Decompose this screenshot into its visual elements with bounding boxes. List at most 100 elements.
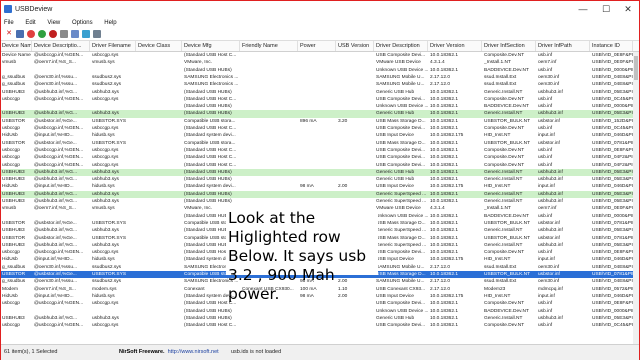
cell-driver-description: USB Input Device — [376, 184, 414, 190]
table-row[interactable]: USBHUB3 @usbhub3.inf,%G... usbhub3.sys (Sta… — [1, 168, 633, 177]
cell-instance-id: USB\VID_0000&PID_ — [592, 104, 633, 110]
table-row[interactable]: usbccgp @usbccgp.inf,%GEN... usbccgp.sys (S… — [1, 96, 633, 103]
cell-driver-infsection: BADDEVICE.Dev.NT — [484, 67, 529, 73]
table-row[interactable]: vmusb @oem7.inf,%S_S... vmusb.sys VMware, I… — [1, 59, 633, 66]
column-header-power[interactable]: Power — [299, 41, 336, 51]
save-icon[interactable] — [16, 30, 24, 38]
menu-options[interactable]: Options — [72, 18, 93, 28]
table-row[interactable]: USBHUB3 @usbhub3.inf,%G... usbhub3.sys (Sta… — [1, 190, 633, 198]
table-row[interactable]: HidUsb @input.inf,%HID... hidusb.sys (Stand… — [1, 183, 633, 190]
column-header-device-class[interactable]: Device Class — [137, 41, 182, 51]
about-icon[interactable] — [93, 30, 101, 38]
cell-driver-infpath: usb.inf — [538, 301, 553, 307]
cell-device-name: Device Name — [2, 53, 31, 58]
cell-instance-id: USB\VID_046D&PID_ — [592, 184, 633, 190]
cell-device-mfg: (Standard USB HUBs) — [184, 199, 232, 204]
vertical-scrollbar[interactable] — [633, 52, 639, 344]
table-row[interactable]: g_ssudbus @oem30.inf,%ssu... ssudbus2.sys S… — [1, 74, 633, 81]
column-header-driver-filename[interactable]: Driver Filename — [91, 41, 136, 51]
cell-driver-infpath: usb.inf — [538, 96, 553, 102]
annotation-text: Look at the Higlighted row Below. It say… — [228, 209, 398, 304]
cell-power — [300, 103, 336, 110]
table-row[interactable]: (Standard USB HUBs) Unknown USB Device ..… — [1, 308, 633, 315]
properties-icon[interactable] — [60, 30, 68, 38]
cell-driver-filename: usbhub3.sys — [92, 228, 119, 234]
status-brand[interactable]: NirSoft Freeware. http://www.nirsoft.net — [119, 345, 219, 360]
table-row[interactable]: usbccgp @usbccgp.inf,%GEN... usbccgp.sys (S… — [1, 162, 633, 169]
cell-driver-filename: ssudbus2.sys — [92, 82, 122, 88]
cell-instance-id: USB\VID_05E3&PID_ — [592, 228, 633, 234]
table-row[interactable]: USBHUB3 @usbhub3.inf,%G... usbhub3.sys (Sta… — [1, 198, 633, 205]
table-row[interactable]: USBHUB3 @usbhub3.inf,%G... usbhub3.sys (Sta… — [1, 315, 633, 322]
cell-device-mfg: (Standard USB HUBs) — [184, 104, 232, 110]
cell-driver-filename: usbhub3.sys — [92, 111, 119, 117]
minimize-button[interactable]: — — [573, 1, 593, 18]
cell-friendly-name — [242, 110, 298, 117]
column-header-driver-version[interactable]: Driver Version — [429, 41, 482, 51]
table-row[interactable]: Device Name @usbccgp.inf,%GEN... usbccgp.s… — [1, 52, 633, 59]
column-header-device-mfg[interactable]: Device Mfg — [183, 41, 240, 51]
menu-help[interactable]: Help — [104, 18, 116, 28]
cell-device-mfg: SAMSUNG Electronics ... — [184, 74, 239, 80]
table-row[interactable]: usbccgp @usbccgp.inf,%GEN... usbccgp.sys (S… — [1, 154, 633, 161]
cell-driver-infsection: ssud.Install.Ext — [484, 74, 517, 80]
cell-driver-version: 10.0.18362.1 — [430, 104, 459, 110]
cell-driver-description: SAMSUNG Mobile U... — [376, 74, 425, 80]
menu-view[interactable]: View — [47, 18, 60, 28]
column-header-device-description[interactable]: Device Descriptio... — [33, 41, 90, 51]
table-row[interactable]: g_ssudbus @oem30.inf,%ssu... ssudbus2.sys S… — [1, 81, 633, 88]
cell-driver-infsection: BADDEVICE.Dev.NT — [484, 308, 529, 314]
column-header-device-name[interactable]: Device Name — [1, 41, 32, 51]
cell-device-class — [138, 59, 182, 66]
menu-file[interactable]: File — [4, 18, 14, 28]
table-row[interactable]: USBHUB3 @usbhub3.inf,%G... usbhub3.sys (Sta… — [1, 89, 633, 96]
cell-device-mfg: (Standard USB Host C... — [184, 126, 237, 131]
cell-driver-infpath: usb.inf — [538, 213, 553, 219]
disable-icon[interactable] — [49, 30, 57, 38]
column-header-friendly-name[interactable]: Friendly Name — [241, 41, 298, 51]
table-row[interactable]: USBSTOR @usbstor.inf,%Ge... USBSTOR.SYS Com… — [1, 140, 633, 147]
cell-friendly-name — [242, 154, 298, 161]
column-header-driver-infsection[interactable]: Driver InfSection — [483, 41, 536, 51]
cell-device-class — [138, 322, 182, 329]
cell-instance-id: USB\VID_04E8&PID_ — [592, 74, 633, 80]
cell-instance-id: USB\VID_0781&PID_ — [592, 272, 633, 277]
table-row[interactable]: (Standard USB HUBs) Unknown USB Device ..… — [1, 67, 633, 74]
delete-icon[interactable]: ✕ — [5, 30, 13, 38]
table-row[interactable]: USBHUB3 @usbhub3.inf,%G... usbhub3.sys (Sta… — [1, 176, 633, 183]
cell-driver-description: USB Composite Devi... — [376, 96, 426, 102]
brand-url[interactable]: http://www.nirsoft.net — [168, 349, 219, 355]
copy-icon[interactable] — [71, 30, 79, 38]
cell-device-description: @usbhub3.inf,%G... — [34, 315, 78, 321]
cell-device-description: @usbstor.inf,%Ge... — [34, 220, 77, 226]
table-row[interactable]: usbccgp @usbccgp.inf,%GEN... usbccgp.sys (S… — [1, 322, 633, 329]
cell-device-class — [138, 271, 182, 278]
cell-power — [300, 89, 336, 96]
close-button[interactable]: ✕ — [618, 1, 638, 18]
table-row[interactable]: usbccgp @usbccgp.inf,%GEN... usbccgp.sys (S… — [1, 147, 633, 154]
cell-driver-infpath: usbhub3.inf — [538, 315, 563, 321]
refresh-icon[interactable] — [82, 30, 90, 38]
column-header-driver-infpath[interactable]: Driver InfPath — [537, 41, 590, 51]
table-row[interactable]: USBHUB3 @usbhub3.inf,%G... usbhub3.sys (Sta… — [1, 110, 633, 118]
cell-driver-version: 10.0.18362.1 — [430, 162, 459, 168]
cell-instance-id: USB\VID_046D&PID_ — [592, 257, 633, 263]
table-row[interactable]: (Standard USB HUBs) Unknown USB Device ..… — [1, 103, 633, 110]
cell-driver-infsection: Composite.Dev.NT — [484, 126, 525, 131]
cell-driver-infsection: USBSTOR_BULK.NT — [484, 118, 531, 124]
cell-instance-id: USB\VID_0E8F&PID_ — [592, 250, 633, 256]
menu-edit[interactable]: Edit — [25, 18, 35, 28]
scrollbar-thumb[interactable] — [634, 56, 638, 80]
cell-device-class — [138, 227, 182, 234]
maximize-button[interactable]: ☐ — [596, 1, 616, 18]
column-header-instance-id[interactable]: Instance ID — [591, 41, 633, 51]
disconnect-icon[interactable] — [27, 30, 35, 38]
table-row[interactable]: USBSTOR @usbstor.inf,%Ge... USBSTOR.SYS Com… — [1, 118, 633, 125]
table-row[interactable]: HidUsb @input.inf,%HID... hidusb.sys (Stand… — [1, 132, 633, 139]
enable-icon[interactable] — [38, 30, 46, 38]
column-header-usb-version[interactable]: USB Version — [337, 41, 374, 51]
column-header-driver-description[interactable]: Driver Description — [375, 41, 428, 51]
cell-power — [300, 67, 336, 74]
cell-device-name: USBHUB3 — [2, 242, 25, 248]
table-row[interactable]: usbccgp @usbccgp.inf,%GEN... usbccgp.sys (S… — [1, 125, 633, 132]
